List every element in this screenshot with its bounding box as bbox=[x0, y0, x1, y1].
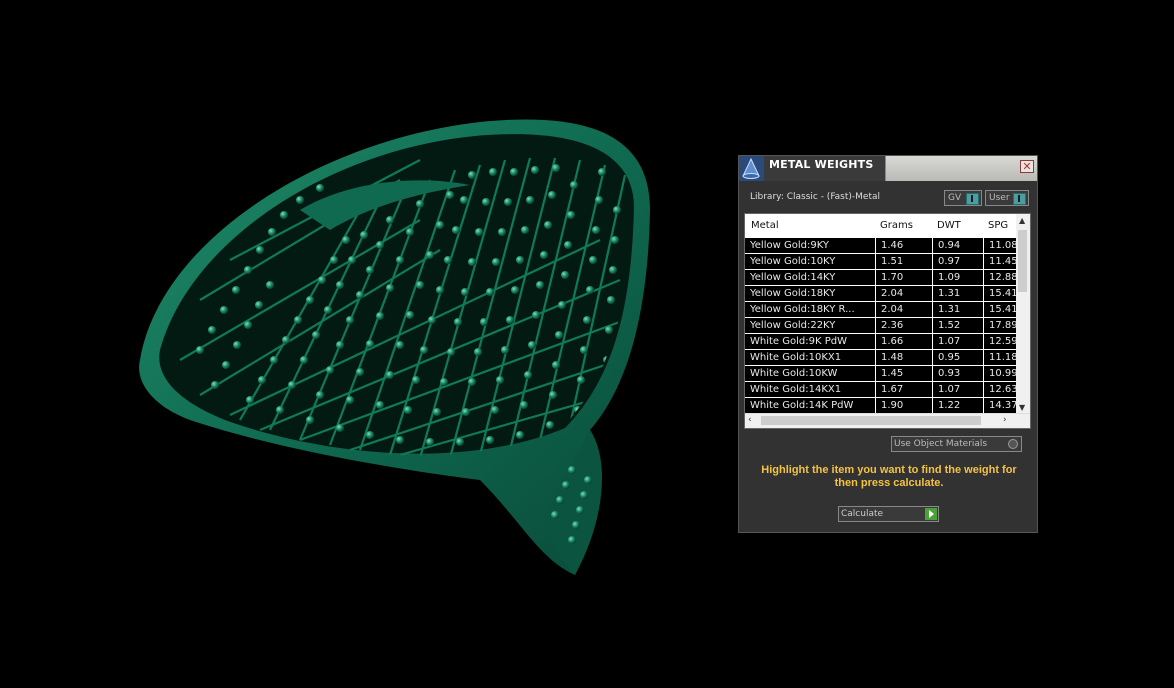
gv-toggle-label: GV bbox=[948, 193, 962, 203]
cell-grams: 1.48 bbox=[875, 350, 932, 365]
cell-metal: Yellow Gold:22KY bbox=[750, 320, 836, 331]
cell-grams: 1.67 bbox=[875, 382, 932, 397]
cell-spg: 17.89 bbox=[983, 318, 1016, 333]
cell-grams: 2.04 bbox=[875, 302, 932, 317]
cell-dwt: 1.07 bbox=[932, 334, 983, 349]
table-row[interactable]: Yellow Gold:22KY 2.36 1.52 17.89 bbox=[745, 318, 1016, 334]
close-icon: ✕ bbox=[1022, 160, 1032, 173]
cell-dwt: 1.31 bbox=[932, 302, 983, 317]
use-object-materials-label: Use Object Materials bbox=[894, 439, 988, 449]
table-row[interactable]: Yellow Gold:18KY R... 2.04 1.31 15.41 bbox=[745, 302, 1016, 318]
table-body: Yellow Gold:9KY 1.46 0.94 11.08 Yellow Gold:… bbox=[745, 238, 1016, 414]
table-row[interactable]: White Gold:14K PdW 1.90 1.22 14.37 bbox=[745, 398, 1016, 414]
cell-spg: 11.18 bbox=[983, 350, 1016, 365]
panel-title: METAL WEIGHTS bbox=[769, 158, 874, 171]
cell-spg: 11.45 bbox=[983, 254, 1016, 269]
vertical-scroll-thumb[interactable] bbox=[1018, 230, 1027, 292]
cell-metal: White Gold:10KX1 bbox=[750, 352, 842, 363]
cell-metal: White Gold:9K PdW bbox=[750, 336, 847, 347]
ring-model bbox=[139, 119, 651, 576]
cell-spg: 15.41 bbox=[983, 286, 1016, 301]
use-object-materials-toggle[interactable]: Use Object Materials bbox=[891, 436, 1022, 452]
cell-metal: White Gold:14K PdW bbox=[750, 400, 854, 411]
table-row[interactable]: White Gold:14KX1 1.67 1.07 12.63 bbox=[745, 382, 1016, 398]
cell-spg: 14.37 bbox=[983, 398, 1016, 413]
header-metal[interactable]: Metal bbox=[751, 220, 779, 231]
cell-dwt: 0.97 bbox=[932, 254, 983, 269]
instruction-text: Highlight the item you want to find the … bbox=[761, 464, 1017, 489]
cell-metal: White Gold:10KW bbox=[750, 368, 838, 379]
scroll-up-icon[interactable]: ▲ bbox=[1019, 216, 1025, 225]
metal-weights-panel: METAL WEIGHTS ✕ Library: Classic - (Fast… bbox=[738, 155, 1038, 533]
cell-grams: 1.66 bbox=[875, 334, 932, 349]
cell-spg: 12.88 bbox=[983, 270, 1016, 285]
cell-grams: 1.51 bbox=[875, 254, 932, 269]
table-row[interactable]: Yellow Gold:18KY 2.04 1.31 15.41 bbox=[745, 286, 1016, 302]
cell-grams: 1.46 bbox=[875, 238, 932, 253]
toggle-knob-icon bbox=[966, 193, 979, 205]
cell-dwt: 1.07 bbox=[932, 382, 983, 397]
cell-metal: Yellow Gold:18KY R... bbox=[750, 304, 855, 315]
gv-toggle[interactable]: GV bbox=[944, 190, 982, 206]
cell-dwt: 1.52 bbox=[932, 318, 983, 333]
3d-viewport[interactable] bbox=[0, 0, 720, 684]
cell-metal: Yellow Gold:10KY bbox=[750, 256, 836, 267]
user-toggle-label: User bbox=[989, 193, 1010, 203]
play-icon[interactable] bbox=[925, 508, 937, 520]
cell-metal: White Gold:14KX1 bbox=[750, 384, 842, 395]
cell-spg: 12.63 bbox=[983, 382, 1016, 397]
header-grams[interactable]: Grams bbox=[880, 220, 913, 231]
cell-dwt: 1.31 bbox=[932, 286, 983, 301]
cell-grams: 1.45 bbox=[875, 366, 932, 381]
vertical-scrollbar[interactable]: ▲ ▼ bbox=[1016, 214, 1030, 414]
table-row[interactable]: White Gold:9K PdW 1.66 1.07 12.59 bbox=[745, 334, 1016, 350]
table-row[interactable]: White Gold:10KW 1.45 0.93 10.99 bbox=[745, 366, 1016, 382]
cell-metal: Yellow Gold:14KY bbox=[750, 272, 836, 283]
table-row[interactable]: Yellow Gold:9KY 1.46 0.94 11.08 bbox=[745, 238, 1016, 254]
cell-dwt: 1.09 bbox=[932, 270, 983, 285]
library-label: Library: Classic - (Fast)-Metal bbox=[750, 192, 881, 202]
cell-dwt: 1.22 bbox=[932, 398, 983, 413]
title-tab: METAL WEIGHTS bbox=[764, 156, 886, 181]
table-header: Metal Grams DWT SPG bbox=[745, 214, 1016, 238]
scroll-left-icon[interactable]: ‹ bbox=[748, 415, 752, 425]
table-row[interactable]: Yellow Gold:14KY 1.70 1.09 12.88 bbox=[745, 270, 1016, 286]
table-row[interactable]: Yellow Gold:10KY 1.51 0.97 11.45 bbox=[745, 254, 1016, 270]
cell-spg: 12.59 bbox=[983, 334, 1016, 349]
cell-spg: 11.08 bbox=[983, 238, 1016, 253]
table-row[interactable]: White Gold:10KX1 1.48 0.95 11.18 bbox=[745, 350, 1016, 366]
panel-titlebar[interactable]: METAL WEIGHTS ✕ bbox=[739, 156, 1037, 181]
cell-spg: 10.99 bbox=[983, 366, 1016, 381]
cell-dwt: 0.94 bbox=[932, 238, 983, 253]
calculate-button[interactable]: Calculate bbox=[838, 506, 939, 522]
metal-weights-table[interactable]: Metal Grams DWT SPG Yellow Gold:9KY 1.46 0… bbox=[744, 213, 1031, 429]
cell-dwt: 0.95 bbox=[932, 350, 983, 365]
cell-dwt: 0.93 bbox=[932, 366, 983, 381]
close-button[interactable]: ✕ bbox=[1020, 160, 1034, 173]
horizontal-scroll-thumb[interactable] bbox=[761, 416, 981, 425]
horizontal-scrollbar[interactable]: ‹ › bbox=[745, 413, 1030, 428]
cell-grams: 1.70 bbox=[875, 270, 932, 285]
cell-grams: 1.90 bbox=[875, 398, 932, 413]
app-cone-icon bbox=[739, 156, 764, 181]
cell-metal: Yellow Gold:18KY bbox=[750, 288, 836, 299]
toggle-knob-icon bbox=[1013, 193, 1026, 205]
header-dwt[interactable]: DWT bbox=[937, 220, 961, 231]
scroll-down-icon[interactable]: ▼ bbox=[1019, 403, 1025, 412]
scroll-right-icon[interactable]: › bbox=[1003, 415, 1007, 425]
user-toggle[interactable]: User bbox=[985, 190, 1029, 206]
header-spg[interactable]: SPG bbox=[988, 220, 1008, 231]
cell-grams: 2.04 bbox=[875, 286, 932, 301]
cell-spg: 15.41 bbox=[983, 302, 1016, 317]
radio-icon bbox=[1008, 439, 1018, 449]
cell-grams: 2.36 bbox=[875, 318, 932, 333]
cell-metal: Yellow Gold:9KY bbox=[750, 240, 829, 251]
calculate-label: Calculate bbox=[841, 509, 884, 519]
